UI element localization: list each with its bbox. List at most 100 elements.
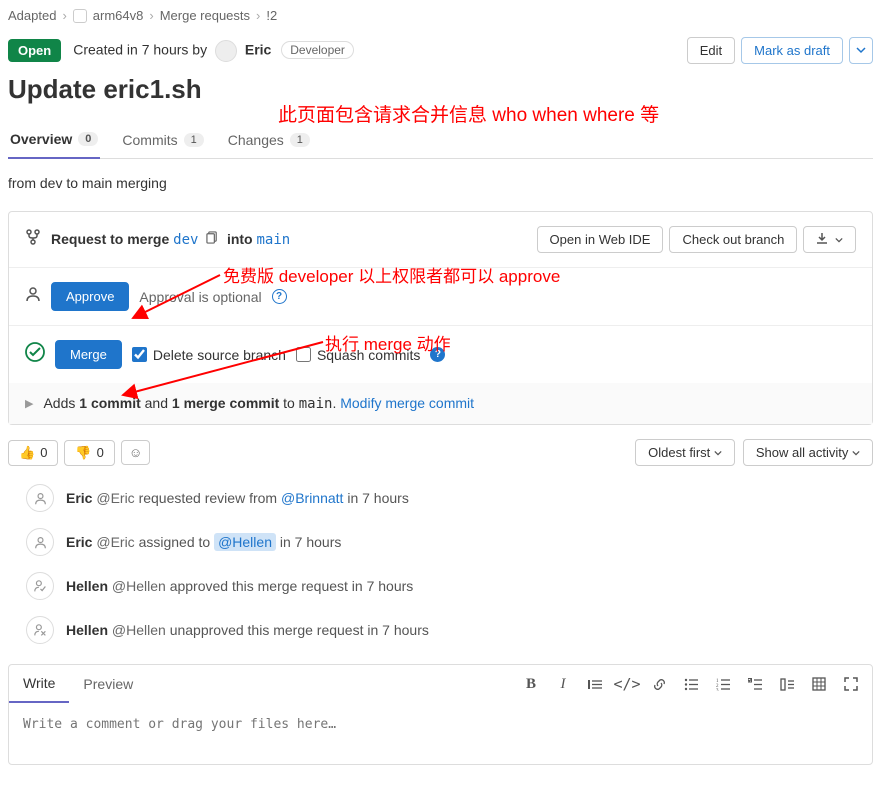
breadcrumb: Adapted › arm64v8 › Merge requests › !2 [8,8,873,23]
success-circle-icon [25,342,45,368]
activity-text: Hellen @Hellen unapproved this merge req… [66,622,429,638]
merge-button[interactable]: Merge [55,340,122,369]
tab-count: 1 [184,133,204,147]
breadcrumb-root[interactable]: Adapted [8,8,56,23]
user-mention[interactable]: @Hellen [214,533,276,551]
summary-text: Adds 1 commit and 1 merge commit to main… [43,395,474,412]
copy-icon[interactable] [206,232,223,247]
source-branch[interactable]: dev [173,232,198,248]
delete-source-checkbox[interactable]: Delete source branch [132,347,286,363]
user-icon [26,484,54,512]
created-info: Created in 7 hours by Eric Developer [73,40,354,62]
modify-merge-commit-link[interactable]: Modify merge commit [340,395,474,411]
comment-textarea[interactable] [23,717,858,747]
git-fork-icon [25,229,41,250]
link-icon[interactable] [650,675,668,693]
thumbs-down-icon: 👎 [75,445,91,461]
code-icon[interactable]: </> [618,675,636,693]
sort-label: Oldest first [648,445,710,460]
tab-changes[interactable]: Changes 1 [226,125,312,158]
role-badge: Developer [281,41,354,59]
squash-checkbox[interactable]: Squash commits [296,347,420,363]
italic-icon[interactable]: I [554,675,572,693]
comment-editor: Write Preview B I </> 123 [8,664,873,765]
person-icon [25,286,41,307]
approve-button[interactable]: Approve [51,282,129,311]
numbered-list-icon[interactable]: 123 [714,675,732,693]
tab-count: 1 [290,133,310,147]
breadcrumb-section[interactable]: Merge requests [160,8,250,23]
merge-row-actions: Open in Web IDE Check out branch [537,226,856,253]
sort-button[interactable]: Oldest first [635,439,735,466]
download-button[interactable] [803,226,856,253]
merge-widget: Request to merge dev into main Open in W… [8,211,873,425]
tab-commits[interactable]: Commits 1 [120,125,205,158]
chevron-down-icon [835,236,843,244]
created-text: Created in 7 hours by [73,41,207,57]
activity-text: Eric @Eric assigned to @Hellen in 7 hour… [66,534,341,550]
download-icon [816,232,828,244]
tabs: Overview 0 Commits 1 Changes 1 [8,125,873,159]
add-emoji-button[interactable]: ☺ [121,440,151,465]
thumbs-down-button[interactable]: 👎0 [64,440,114,466]
into-label: into [227,231,253,247]
breadcrumb-mr-id[interactable]: !2 [266,8,277,23]
thumbs-up-count: 0 [40,445,47,460]
activity-item: Hellen @Hellen unapproved this merge req… [26,616,873,644]
thumbs-up-icon: 👍 [19,445,35,461]
author-avatar[interactable] [215,40,237,62]
mr-actions-dropdown[interactable] [849,37,873,64]
tab-label: Changes [228,132,284,148]
filter-label: Show all activity [756,445,848,460]
activity-item: Eric @Eric requested review from @Brinna… [26,484,873,512]
delete-source-label: Delete source branch [153,347,286,363]
merge-commit-summary[interactable]: ▶ Adds 1 commit and 1 merge commit to ma… [9,383,872,424]
author-name[interactable]: Eric [245,41,271,57]
table-icon[interactable] [810,675,828,693]
target-branch[interactable]: main [257,232,291,248]
collapse-icon[interactable] [778,675,796,693]
status-badge: Open [8,39,61,62]
editor-tabs: Write Preview B I </> 123 [9,665,872,703]
activity-text: Eric @Eric requested review from @Brinna… [66,490,409,506]
bold-icon[interactable]: B [522,675,540,693]
editor-write-tab[interactable]: Write [9,665,69,703]
quote-icon[interactable] [586,675,604,693]
open-web-ide-button[interactable]: Open in Web IDE [537,226,664,253]
activity-text: Hellen @Hellen approved this merge reque… [66,578,413,594]
thumbs-up-button[interactable]: 👍0 [8,440,58,466]
breadcrumb-project[interactable]: arm64v8 [93,8,144,23]
approve-icon [26,572,54,600]
header-actions: Edit Mark as draft [687,37,873,64]
tab-label: Overview [10,131,72,147]
chevron-right-icon: ▶ [25,397,33,410]
project-icon [73,9,87,23]
mr-description: from dev to main merging [8,175,873,191]
chevron-down-icon [714,449,722,457]
chevron-right-icon: › [62,8,66,23]
request-merge-label: Request to merge [51,231,169,247]
user-mention[interactable]: @Brinnatt [281,490,343,506]
bullet-list-icon[interactable] [682,675,700,693]
reactions-toolbar: 👍0 👎0 ☺ Oldest first Show all activity [8,439,873,466]
edit-button[interactable]: Edit [687,37,735,64]
editor-body [9,703,872,764]
checkout-branch-button[interactable]: Check out branch [669,226,797,253]
tab-overview[interactable]: Overview 0 [8,125,100,159]
fullscreen-icon[interactable] [842,675,860,693]
approval-row: Approve Approval is optional ? [9,268,872,326]
editor-preview-tab[interactable]: Preview [69,666,147,702]
page-title: Update eric1.sh [8,74,873,105]
header-row: Open Created in 7 hours by Eric Develope… [8,37,873,64]
chevron-right-icon: › [256,8,260,23]
help-icon[interactable]: ? [272,289,287,304]
svg-text:3: 3 [716,688,719,691]
editor-toolbar: B I </> 123 [510,669,872,699]
help-icon[interactable]: ? [430,347,445,362]
squash-label: Squash commits [317,347,420,363]
task-list-icon[interactable] [746,675,764,693]
mark-draft-button[interactable]: Mark as draft [741,37,843,64]
filter-activity-button[interactable]: Show all activity [743,439,873,466]
activity-item: Hellen @Hellen approved this merge reque… [26,572,873,600]
tab-label: Commits [122,132,177,148]
